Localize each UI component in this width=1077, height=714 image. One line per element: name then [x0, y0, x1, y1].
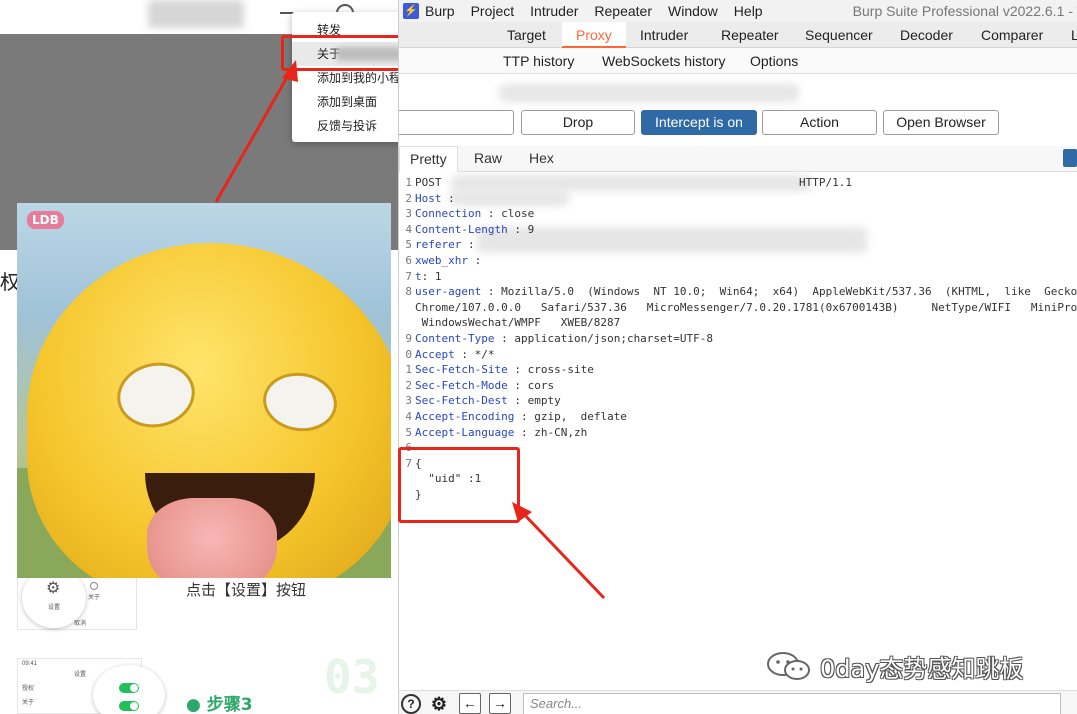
watermark-text: 0day态势感知跳板 — [820, 654, 1024, 683]
watermark: 0day态势感知跳板 — [766, 648, 1023, 684]
wechat-icon — [767, 652, 810, 680]
arrowhead-menu — [282, 60, 298, 82]
arrow-to-uid — [518, 508, 606, 600]
arrow-to-menu — [214, 71, 292, 203]
annotation-arrows — [214, 60, 606, 600]
